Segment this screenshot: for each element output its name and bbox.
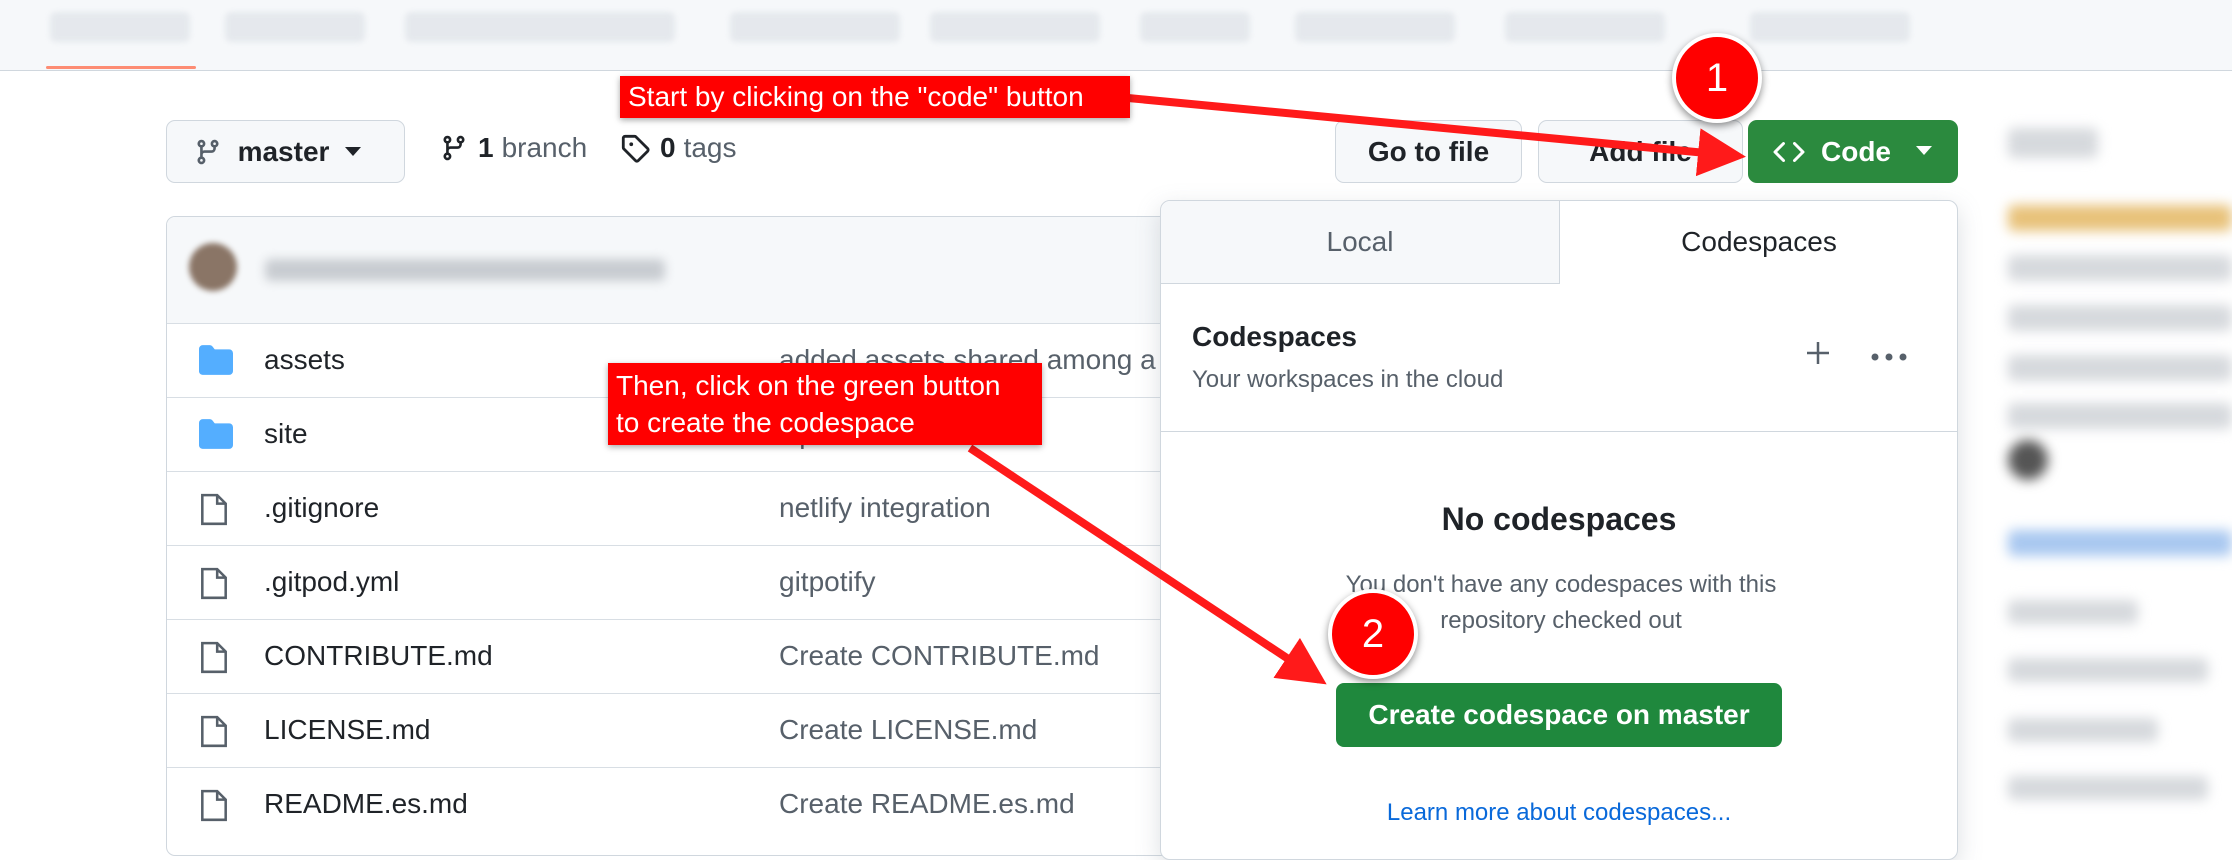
file-icon xyxy=(199,567,229,606)
caret-down-icon xyxy=(345,146,362,156)
repo-top-nav xyxy=(0,0,2232,71)
go-to-file-label: Go to file xyxy=(1367,135,1490,167)
create-codespace-button[interactable]: Create codespace on master xyxy=(1336,683,1782,747)
kebab-horizontal-icon[interactable] xyxy=(1871,353,1907,361)
code-dropdown-panel: Local Codespaces Codespaces Your workspa… xyxy=(1160,200,1958,860)
about-line-blurred xyxy=(2008,658,2208,682)
about-line-blurred xyxy=(2008,205,2232,231)
annotation-step-2-line1: Then, click on the green button xyxy=(616,370,1001,401)
code-button-label: Code xyxy=(1821,135,1891,167)
branch-name: master xyxy=(237,135,330,167)
nav-tab-issues[interactable] xyxy=(225,12,365,42)
branch-word: branch xyxy=(501,132,588,163)
step-badge-1: 1 xyxy=(1672,33,1762,123)
commit-message-link[interactable]: Create README.es.md xyxy=(779,788,1075,820)
commit-message-blurred xyxy=(265,259,665,281)
about-line-blurred xyxy=(2008,403,2232,429)
tab-local[interactable]: Local xyxy=(1161,201,1560,284)
tag-word: tags xyxy=(683,132,737,163)
avatar[interactable] xyxy=(189,243,237,291)
file-name-link[interactable]: LICENSE.md xyxy=(264,714,431,746)
branch-count: 1 xyxy=(478,132,494,163)
about-line-blurred xyxy=(2008,305,2232,331)
learn-more-link[interactable]: Learn more about codespaces... xyxy=(1161,799,1957,827)
step-badge-2: 2 xyxy=(1328,589,1418,679)
about-line-blurred xyxy=(2008,600,2138,624)
code-icon xyxy=(1773,141,1805,162)
about-heading-blurred xyxy=(2008,128,2098,158)
nav-tab-pull-requests[interactable] xyxy=(405,12,675,42)
about-icon-blurred xyxy=(2008,440,2048,480)
commit-message-link[interactable]: Create CONTRIBUTE.md xyxy=(779,640,1100,672)
about-line-blurred xyxy=(2008,718,2158,742)
git-branch-icon xyxy=(197,139,219,164)
file-name-link[interactable]: site xyxy=(264,418,308,450)
tag-icon xyxy=(621,134,650,163)
commit-message-link[interactable]: Create LICENSE.md xyxy=(779,714,1037,746)
file-name-link[interactable]: README.es.md xyxy=(264,788,468,820)
folder-icon xyxy=(199,419,233,454)
tags-link[interactable]: 0 tags xyxy=(620,132,737,164)
tag-count: 0 xyxy=(660,132,676,163)
file-icon xyxy=(199,641,229,680)
active-tab-underline xyxy=(46,66,196,69)
about-link-blurred xyxy=(2008,530,2232,556)
annotation-step-2-line2: to create the codespace xyxy=(616,407,915,438)
annotation-step-1: Start by clicking on the "code" button xyxy=(620,76,1130,118)
nav-tab-security[interactable] xyxy=(1295,12,1455,42)
about-line-blurred xyxy=(2008,255,2232,281)
plus-icon[interactable] xyxy=(1804,339,1832,367)
about-line-blurred xyxy=(2008,776,2208,800)
commit-message-link[interactable]: gitpotify xyxy=(779,566,876,598)
branches-link[interactable]: 1 branch xyxy=(440,132,587,164)
file-icon xyxy=(199,789,229,828)
divider xyxy=(1161,431,1957,432)
codespaces-section-title: Codespaces xyxy=(1192,321,1357,352)
empty-state-title: No codespaces xyxy=(1441,501,1677,537)
commit-message-link[interactable]: netlify integration xyxy=(779,492,991,524)
about-line-blurred xyxy=(2008,355,2232,381)
nav-tab-actions[interactable] xyxy=(730,12,900,42)
nav-tab-insights[interactable] xyxy=(1505,12,1665,42)
caret-down-icon xyxy=(1916,146,1932,155)
code-button[interactable]: Code xyxy=(1748,120,1958,183)
folder-icon xyxy=(199,345,233,380)
file-name-link[interactable]: .gitpod.yml xyxy=(264,566,399,598)
nav-tab-settings[interactable] xyxy=(1750,12,1910,42)
file-name-link[interactable]: .gitignore xyxy=(264,492,379,524)
nav-tab-wiki[interactable] xyxy=(1140,12,1250,42)
file-icon xyxy=(199,715,229,754)
add-file-label: Add file xyxy=(1589,135,1692,167)
file-name-link[interactable]: CONTRIBUTE.md xyxy=(264,640,493,672)
tab-codespaces[interactable]: Codespaces xyxy=(1559,201,1959,283)
branch-select-button[interactable]: master xyxy=(166,120,405,183)
annotation-step-2: Then, click on the green button to creat… xyxy=(608,363,1042,445)
codespaces-section-subtitle: Your workspaces in the cloud xyxy=(1192,366,1504,393)
git-branch-icon xyxy=(443,135,465,161)
file-icon xyxy=(199,493,229,532)
file-name-link[interactable]: assets xyxy=(264,344,345,376)
nav-tab-code[interactable] xyxy=(50,12,190,42)
nav-tab-projects[interactable] xyxy=(930,12,1100,42)
add-file-button[interactable]: Add file xyxy=(1538,120,1743,183)
go-to-file-button[interactable]: Go to file xyxy=(1335,120,1522,183)
